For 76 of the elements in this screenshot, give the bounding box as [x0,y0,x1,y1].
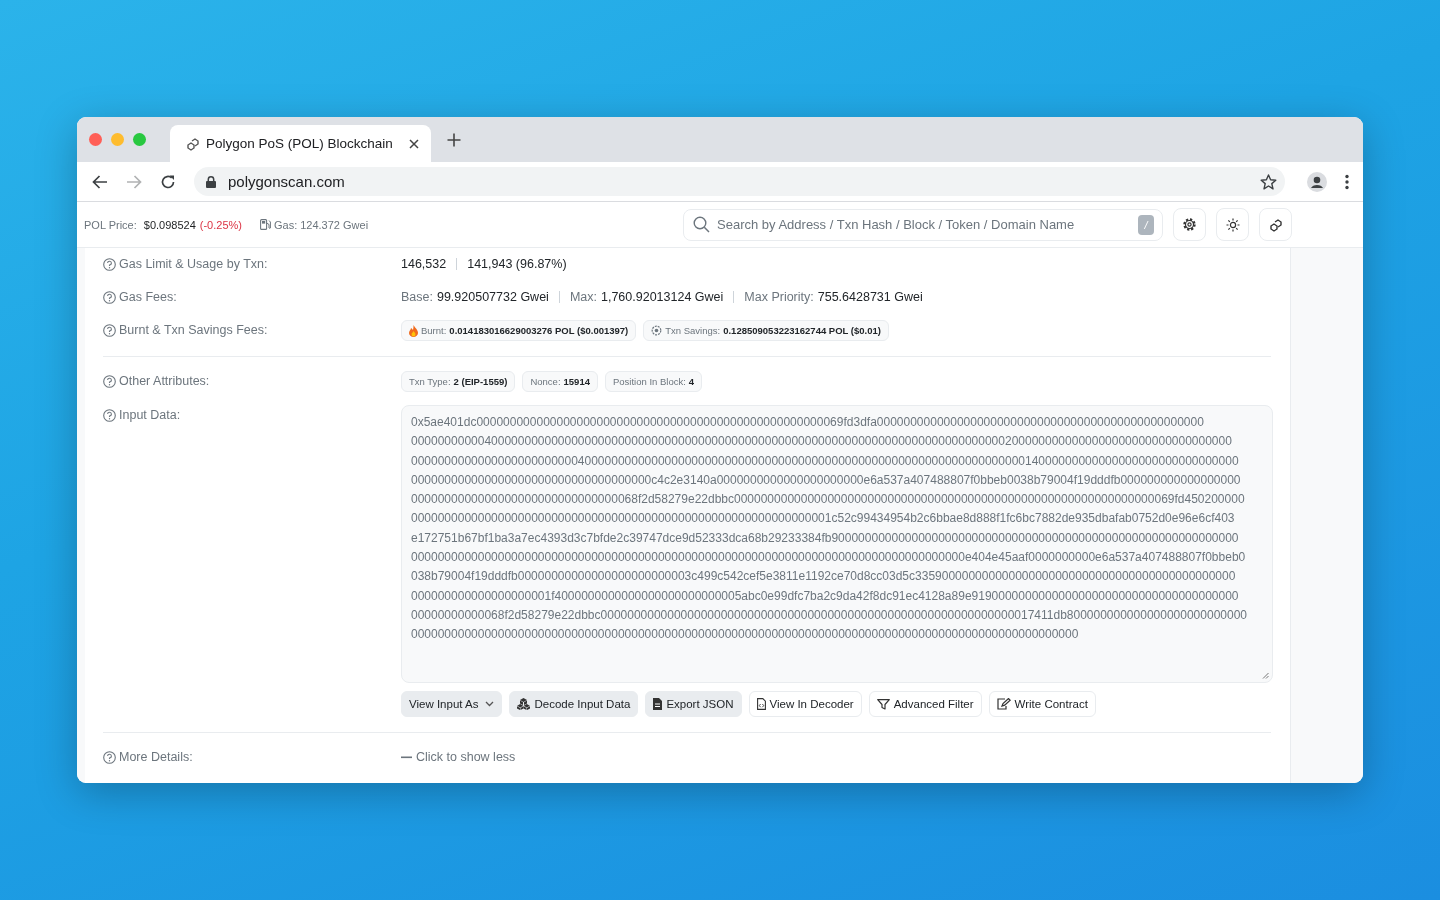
action-button[interactable]: Write Contract [988,691,1096,717]
coins-icon [651,325,663,336]
gas-label: Gas: [273,218,298,231]
fee-value: 99.920507732 Gwei [436,289,549,306]
badge-value: 2 (EIP-1559) [453,374,508,389]
chain-link-icon [186,136,200,151]
badge-label: Txn Type: [409,374,451,389]
gas-value: 124.372 Gwei [300,218,369,231]
reload-icon[interactable] [160,173,176,190]
field-label: Burnt & Txn Savings Fees: [119,322,268,339]
fee-label: Base: [401,289,433,306]
theme-toggle-button[interactable] [1216,208,1249,241]
field-label: Input Data: [119,407,181,424]
badge-label: Nonce: [530,374,561,389]
badge-label: Position In Block: [612,374,686,389]
flame-icon [409,324,418,337]
badge-label: Burnt: [421,323,447,338]
help-icon [103,291,116,304]
fee-value: 1,760.92013124 Gwei [600,289,724,306]
address-bar[interactable]: polygonscan.com [194,167,1285,196]
help-icon [103,751,116,764]
input-data-field[interactable]: 0x5ae401dc0000000000000000000000000000000000000000000000000000069fd3dfa0000000000000000000000000000000000000000000000000 000000000004000000000000000000000000000000000000000000000000000000000000000000000000000002000000000000000000000000000000000 0000000000000000000000000400000000000000000000000000000000000000000000000000000000000000000014000000000000000000000000000000 000000000000000000000000000000000000c4c2e3140a0000000000000000000000e6a537a407488807f0bbeb0038b79004f19dddfb000000000000000000 0000000000000000000000000000000068f2d58279e22dbbc000000000000000000000000000000000000000000000000000000000000000069fd450200000 000000000000000000000000000000000000000000000000000000000000001c52c99434954b2c6bbae8d888f1fc6bc7882de935dbafab0752d0e96e6cf403 e172751b67bf1ba3a7ec4393d3c7bfde2c39747dce9d52333dca68b29233384fb9000000000000000000000000000000000000000000000000000000000000 00000000000000000000000000000000000000000000000000000000000000000000000000000000000e404e45aaf0000000000e6a537a407488807f0bbeb0 038b79004f19dddfb00000000000000000000000003c499c542cef5e3811e1192ce70d8cc03d5c335900000000000000000000000000000000000000000000 000000000000000000001f4000000000000000000000000005abc0e99dfc7ba2c9da42f8dc91ec4128a89e9190000000000000000000000000000000000000 00000000000068f2d58279e22dbbc00000000000000000000000000000000000000000000000000000000000000017411db800000000000000000000000000 0000000000000000000000000000000000000000000000000000000000000000000000000000000000000000000000000000 [401,405,1273,683]
menu-dots-icon[interactable] [1345,173,1349,190]
field-label: Gas Fees: [119,289,177,306]
shortcut-key: / [1138,214,1154,235]
field-label: Gas Limit & Usage by Txn: [119,256,268,273]
code-file-icon [756,698,766,710]
gas-pump-icon [259,219,271,230]
action-button[interactable]: Export JSON [645,691,742,717]
fee-label: Max: [569,289,597,306]
minus-icon [401,755,412,759]
caret-icon [485,701,495,707]
fee-label: Max Priority: [744,289,814,306]
profile-avatar-icon[interactable] [1307,171,1327,192]
network-button[interactable] [1259,208,1292,241]
field-label: Other Attributes: [119,373,210,390]
help-icon [103,258,116,271]
field-label: More Details: [119,749,193,766]
bookmark-star-icon[interactable] [1260,173,1277,190]
price-change: (-0.25%) [199,218,242,231]
settings-icon [1182,217,1197,232]
fee-value: 755.6428731 Gwei [817,289,923,306]
badge-value: 4 [688,374,695,389]
badge-label: Txn Savings: [665,323,721,338]
sun-icon [1225,217,1240,232]
action-button[interactable]: View In Decoder [748,691,862,717]
close-icon[interactable] [407,136,421,151]
search-icon [693,216,710,233]
tab-title: Polygon PoS (POL) Blockchain [206,136,394,151]
browser-tab[interactable]: Polygon PoS (POL) Blockchain [170,125,431,162]
search-input[interactable]: Search by Address / Txn Hash / Block / Token / Domain Name [717,217,1131,232]
show-less-link[interactable]: Click to show less [401,747,516,767]
badge-value: 0.014183016629003276 POL ($0.001397) [449,323,629,338]
field-value: 141,943 (96.87%) [467,256,567,273]
help-icon [103,324,116,337]
chain-link-icon [1268,217,1283,232]
price-value: $0.098524 [143,218,196,231]
badge-value: 15914 [563,374,590,389]
url-text: polygonscan.com [228,173,346,190]
resize-handle-icon [1262,672,1269,679]
lock-icon [206,175,216,188]
file-icon [653,698,663,710]
edit-icon [996,698,1011,710]
badge-value: 0.128509053223162744 POL ($0.01) [723,323,881,338]
funnel-icon [876,698,890,710]
cubes-icon [517,698,531,710]
field-value: 146,532 [401,256,447,273]
plus-icon[interactable] [447,132,461,147]
action-button[interactable]: Advanced Filter [868,691,982,717]
back-arrow-icon[interactable] [92,174,108,189]
price-label: POL Price: [84,218,137,231]
settings-button[interactable] [1173,208,1206,241]
action-button[interactable]: Decode Input Data [509,691,639,717]
action-button[interactable]: View Input As [401,691,503,717]
help-icon [103,409,116,422]
help-icon [103,375,116,388]
